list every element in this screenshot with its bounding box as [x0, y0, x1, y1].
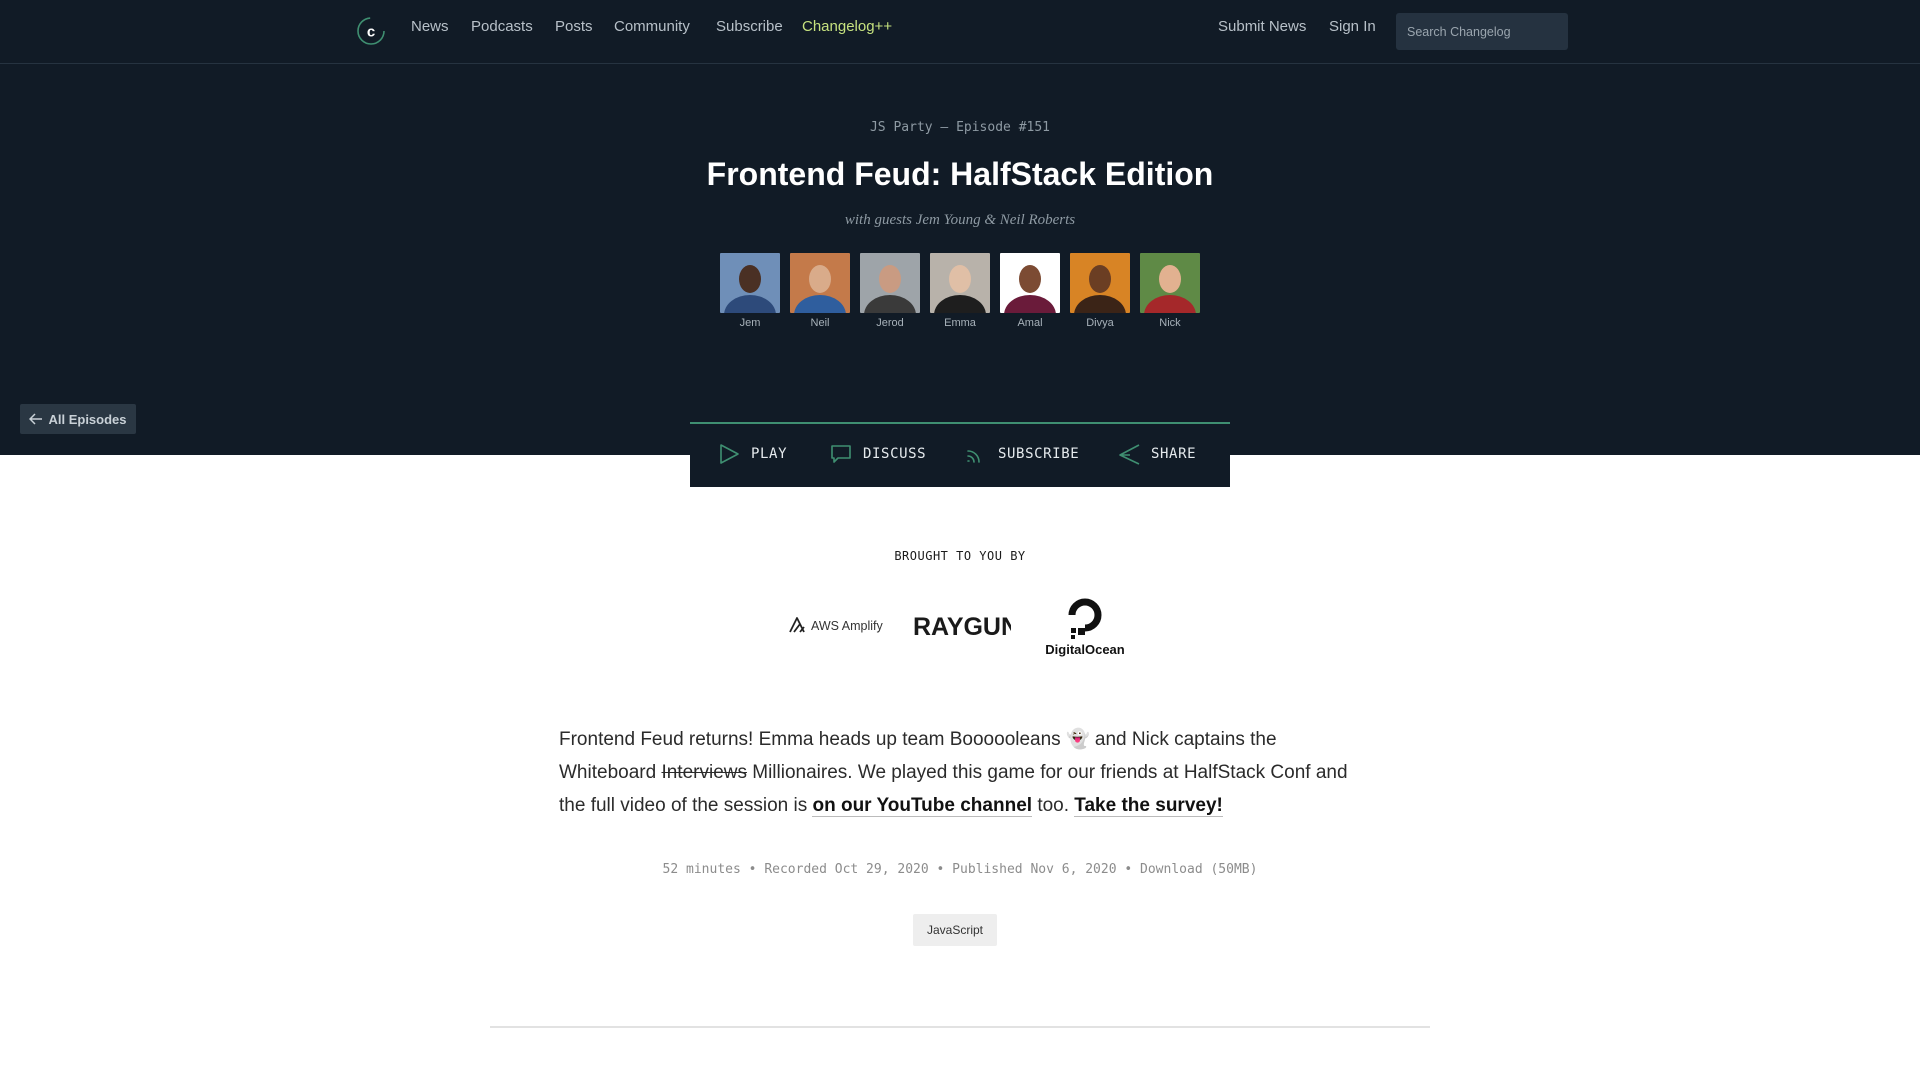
- discuss-label: DISCUSS: [863, 446, 927, 462]
- avatar[interactable]: [1070, 253, 1130, 313]
- nav-subscribe[interactable]: Subscribe: [716, 18, 783, 35]
- play-label: PLAY: [751, 446, 788, 462]
- avatar[interactable]: [860, 253, 920, 313]
- nav-community[interactable]: Community: [614, 18, 690, 35]
- person-name: Jem: [739, 317, 761, 329]
- section-divider: [490, 1026, 1430, 1028]
- person-divya[interactable]: Divya: [1070, 253, 1130, 329]
- raygun-logo-icon: RAYGUN: [913, 613, 1019, 641]
- submit-news-link[interactable]: Submit News: [1218, 18, 1306, 35]
- avatar[interactable]: [930, 253, 990, 313]
- all-episodes-button[interactable]: All Episodes: [20, 404, 136, 434]
- subscribe-label: SUBSCRIBE: [998, 446, 1080, 462]
- episode-meta: 52 minutes • Recorded Oct 29, 2020 • Pub…: [0, 862, 1920, 877]
- episode-hero: c News Podcasts Posts Community Subscrib…: [0, 0, 1920, 455]
- person-name: Amal: [1017, 317, 1043, 329]
- aws-amplify-logo-icon: AWS Amplify: [789, 617, 884, 633]
- discuss-button[interactable]: DISCUSS: [830, 443, 926, 465]
- meta-separator: •: [748, 862, 757, 877]
- recorded-date: Recorded Oct 29, 2020: [764, 862, 929, 877]
- download-link[interactable]: Download (50MB): [1140, 862, 1257, 877]
- arrow-left-icon: [29, 413, 43, 425]
- subscribe-button[interactable]: SUBSCRIBE: [965, 443, 1079, 465]
- share-label: SHARE: [1151, 446, 1197, 462]
- sponsor-name: AWS Amplify: [811, 619, 884, 633]
- duration: 52 minutes: [662, 862, 741, 877]
- description-strikethrough: Interviews: [661, 762, 747, 783]
- search-input[interactable]: [1396, 13, 1568, 50]
- meta-separator: •: [1124, 862, 1133, 877]
- nav-changelog-plus[interactable]: Changelog++: [802, 18, 892, 35]
- episode-action-bar: PLAY DISCUSS SUBSCRIBE SHARE: [690, 422, 1230, 487]
- brought-to-you-by: BROUGHT TO YOU BY: [894, 549, 1026, 563]
- episode-description: Frontend Feud returns! Emma heads up tea…: [559, 723, 1369, 822]
- guests-line: with guests Jem Young & Neil Roberts: [844, 212, 1076, 228]
- sponsor-name: DigitalOcean: [1045, 642, 1125, 657]
- sponsor-digitalocean[interactable]: DigitalOcean: [1040, 592, 1130, 662]
- person-jem[interactable]: Jem: [720, 253, 780, 329]
- changelog-logo-icon[interactable]: c: [356, 13, 386, 49]
- play-button[interactable]: PLAY: [718, 443, 787, 465]
- person-nick[interactable]: Nick: [1140, 253, 1200, 329]
- avatar[interactable]: [1140, 253, 1200, 313]
- sponsor-name: RAYGUN: [913, 613, 1011, 640]
- sponsor-aws-amplify[interactable]: AWS Amplify: [789, 615, 889, 639]
- person-name: Emma: [944, 317, 976, 329]
- person-name: Jerod: [876, 317, 904, 329]
- nav-podcasts[interactable]: Podcasts: [471, 18, 533, 35]
- share-icon: [1119, 444, 1140, 465]
- nav-posts[interactable]: Posts: [555, 18, 593, 35]
- sign-in-link[interactable]: Sign In: [1329, 18, 1376, 35]
- svg-text:c: c: [367, 24, 375, 41]
- person-amal[interactable]: Amal: [1000, 253, 1060, 329]
- nav-news[interactable]: News: [411, 18, 449, 35]
- play-icon: [720, 444, 739, 464]
- avatar[interactable]: [1000, 253, 1060, 313]
- topic-tag-javascript[interactable]: JavaScript: [913, 914, 997, 946]
- published-date: Published Nov 6, 2020: [952, 862, 1117, 877]
- description-text: too.: [1032, 795, 1075, 816]
- rss-feed-icon: [967, 450, 980, 463]
- sponsor-raygun[interactable]: RAYGUN: [911, 610, 1019, 644]
- top-nav: c News Podcasts Posts Community Subscrib…: [0, 0, 1920, 64]
- person-emma[interactable]: Emma: [930, 253, 990, 329]
- digitalocean-logo-icon: DigitalOcean: [1045, 598, 1125, 657]
- chat-bubble-icon: [831, 445, 851, 463]
- all-episodes-label: All Episodes: [48, 411, 127, 427]
- person-name: Neil: [810, 317, 830, 329]
- share-button[interactable]: SHARE: [1118, 443, 1196, 465]
- person-jerod[interactable]: Jerod: [860, 253, 920, 329]
- people-list: Jem Neil Jerod Emma Amal Divya Nick: [720, 253, 1200, 333]
- person-name: Nick: [1159, 317, 1181, 329]
- meta-separator: •: [936, 862, 945, 877]
- episode-title: Frontend Feud: HalfStack Edition: [706, 156, 1214, 192]
- person-name: Divya: [1086, 317, 1114, 329]
- survey-link[interactable]: Take the survey!: [1074, 795, 1223, 817]
- person-neil[interactable]: Neil: [790, 253, 850, 329]
- youtube-channel-link[interactable]: on our YouTube channel: [812, 795, 1033, 817]
- avatar[interactable]: [720, 253, 780, 313]
- episode-kicker[interactable]: JS Party – Episode #151: [0, 120, 1920, 135]
- avatar[interactable]: [790, 253, 850, 313]
